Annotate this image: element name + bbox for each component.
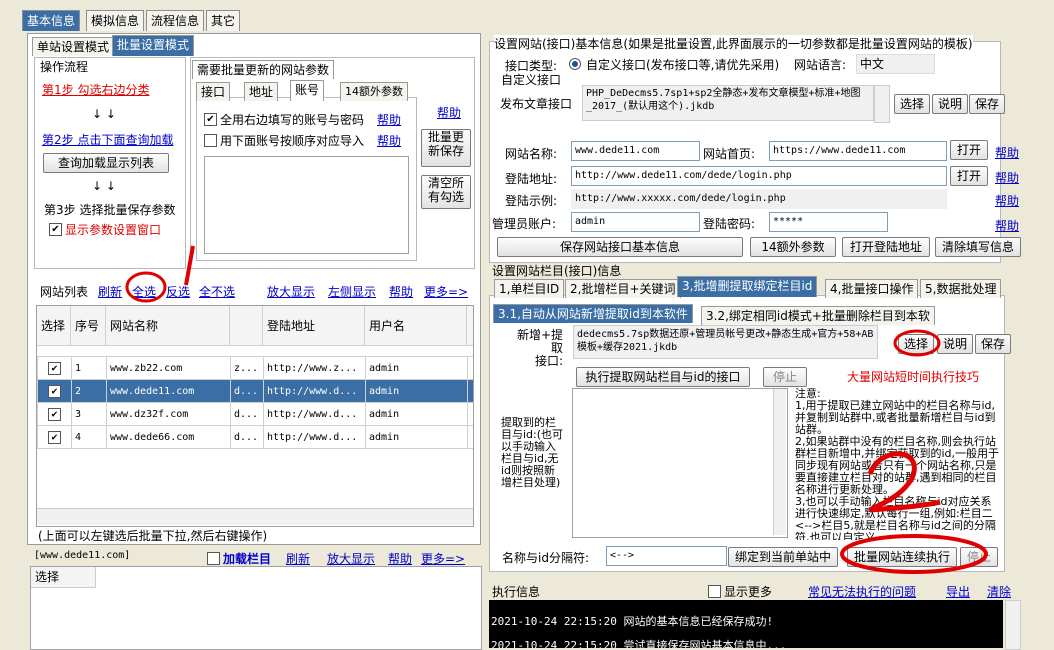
circle-select-button [893, 329, 941, 357]
annotation-overlay [125, 245, 988, 574]
circle-select-all [125, 271, 167, 303]
circle-batch-exec [840, 534, 988, 574]
mark-one-stroke [184, 245, 195, 286]
mark-two-stroke [867, 451, 941, 513]
